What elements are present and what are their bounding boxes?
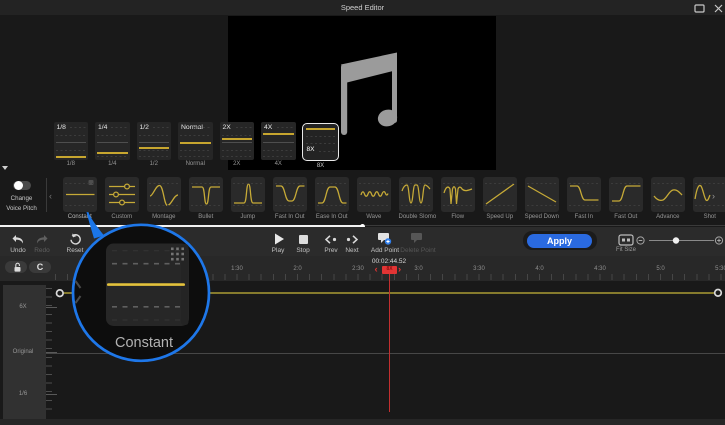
svg-text:Constant: Constant [115, 335, 173, 351]
